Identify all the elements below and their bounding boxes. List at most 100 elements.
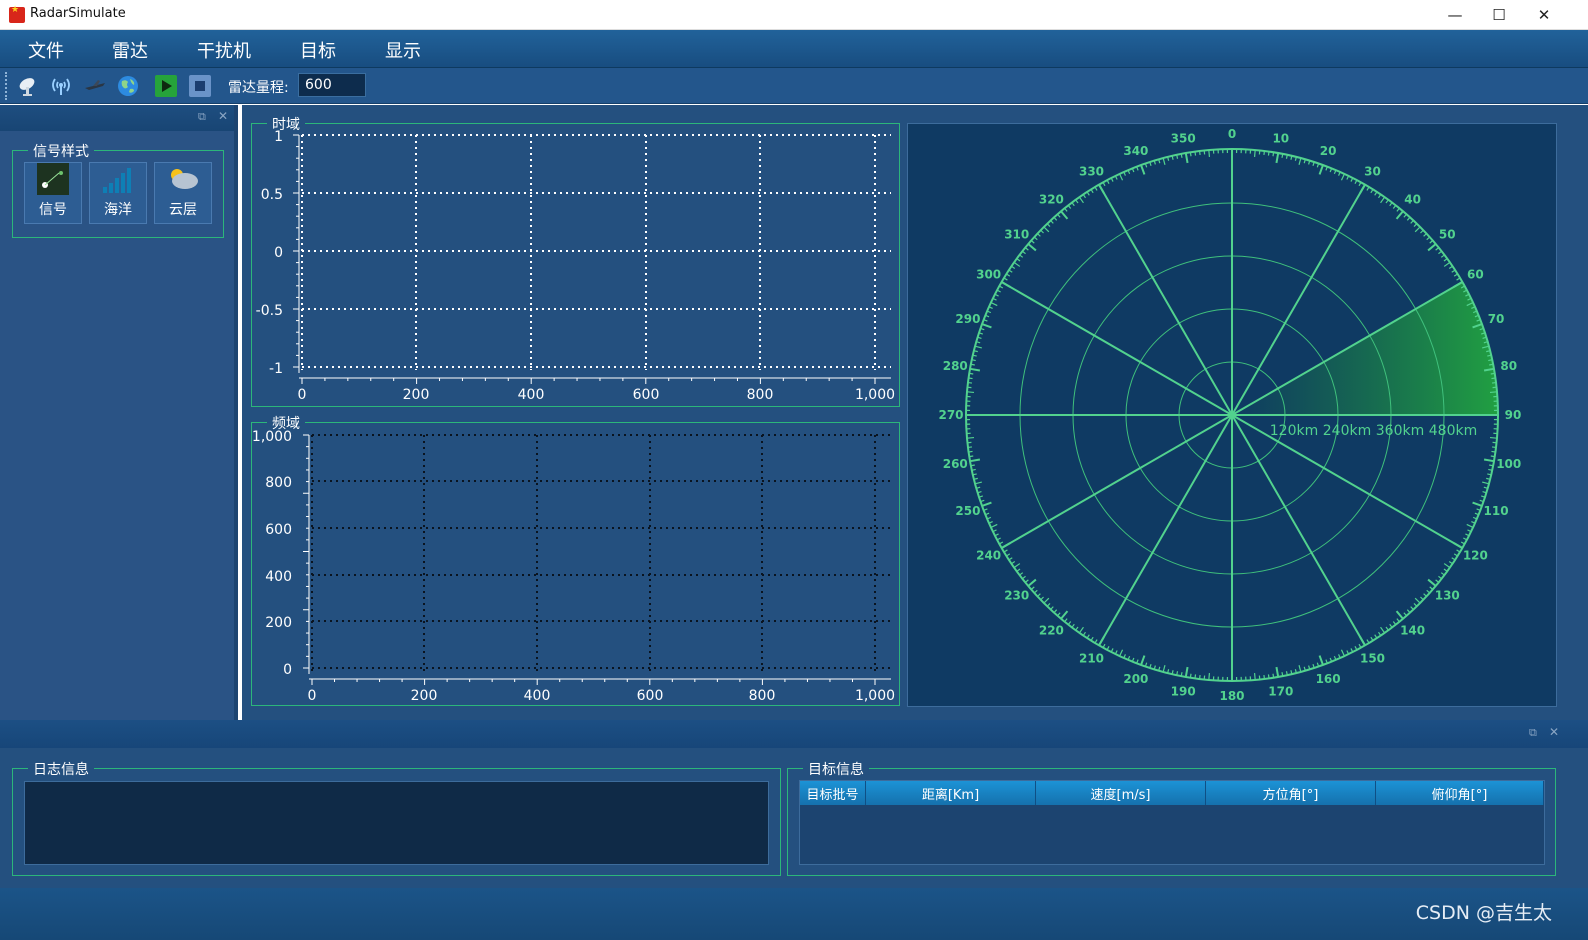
dock-close-icon[interactable]: ✕ [218, 109, 228, 123]
bearing-label: 200 [1123, 672, 1148, 686]
ocean-icon [103, 168, 131, 193]
bearing-tick [1208, 149, 1211, 158]
range-label: 雷达量程: [228, 80, 289, 96]
toolbar-grip[interactable] [5, 72, 7, 100]
bearing-label: 250 [955, 504, 980, 518]
radar-dish-icon[interactable] [16, 74, 40, 98]
time-domain-chart: 1 0.5 0 -0.5 -1 0 200 400 600 800 1,000 [256, 129, 895, 403]
freq-y-tick: 0 [283, 662, 292, 678]
main-area: 时域 1 0.5 0 -0.5 -1 0 200 400 600 800 1,0… [242, 105, 1588, 720]
bearing-label: 260 [943, 457, 968, 471]
freq-x-tick: 600 [637, 688, 664, 704]
bearing-label: 90 [1505, 408, 1522, 422]
menu-target[interactable]: 目标 [300, 37, 336, 63]
bearing-label: 240 [976, 549, 1001, 563]
bearing-label: 110 [1484, 504, 1509, 518]
bearing-tick [1208, 672, 1211, 681]
target-table[interactable]: 目标批号 距离[Km] 速度[m/s] 方位角[°] 俯仰角[°] [799, 780, 1545, 865]
range-label: 360km [1376, 423, 1424, 439]
bottom-dock-close-icon[interactable]: ✕ [1549, 725, 1559, 739]
bearing-label: 190 [1171, 685, 1196, 699]
left-dock-panel: ⧉ ✕ 信号样式 信号 海洋 云层 [0, 105, 238, 720]
freq-domain-chart: 1,000 800 600 400 200 0 0 200 400 600 80… [252, 429, 895, 704]
time-x-tick: 400 [518, 387, 545, 403]
range-label: 240km [1323, 423, 1371, 439]
time-y-tick: 0.5 [261, 187, 283, 203]
maximize-button[interactable]: ☐ [1476, 0, 1522, 30]
bearing-label: 170 [1268, 685, 1293, 699]
column-header-elevation[interactable]: 俯仰角[°] [1376, 781, 1544, 805]
freq-x-tick: 200 [411, 688, 438, 704]
ocean-button[interactable]: 海洋 [89, 162, 147, 224]
signal-style-label: 信号样式 [28, 141, 94, 161]
app-icon [9, 5, 25, 23]
bearing-label: 0 [1228, 127, 1236, 141]
bearing-label: 340 [1123, 144, 1148, 158]
signal-icon [37, 163, 69, 195]
range-input[interactable] [298, 73, 366, 97]
cloud-button-label: 云层 [169, 202, 197, 218]
globe-icon[interactable] [116, 74, 140, 98]
menu-bar: 文件 雷达 干扰机 目标 显示 [0, 30, 1588, 68]
time-y-tick: -1 [269, 361, 283, 377]
log-textarea[interactable] [24, 781, 769, 865]
stop-icon[interactable] [188, 74, 212, 98]
column-header-target-id[interactable]: 目标批号 [800, 781, 866, 805]
cloud-button[interactable]: 云层 [154, 162, 212, 224]
signal-button[interactable]: 信号 [24, 162, 82, 224]
status-bar: CSDN @吉生太 [0, 888, 1588, 940]
dock-float-icon[interactable]: ⧉ [198, 110, 206, 124]
bearing-label: 180 [1219, 689, 1244, 703]
bearing-tick [1489, 436, 1498, 439]
log-group-label: 日志信息 [28, 759, 94, 779]
freq-x-tick: 400 [524, 688, 551, 704]
menu-jammer[interactable]: 干扰机 [197, 37, 251, 63]
freq-y-tick: 200 [265, 615, 292, 631]
time-x-tick: 1,000 [855, 387, 895, 403]
menu-radar[interactable]: 雷达 [112, 37, 148, 63]
column-header-speed[interactable]: 速度[m/s] [1036, 781, 1206, 805]
bearing-label: 10 [1272, 131, 1289, 145]
menu-display[interactable]: 显示 [385, 37, 421, 63]
toolbar: 雷达量程: [0, 68, 1588, 104]
window-title: RadarSimulate [30, 6, 126, 21]
column-header-azimuth[interactable]: 方位角[°] [1206, 781, 1376, 805]
time-y-tick: 1 [274, 129, 283, 145]
time-y-tick: 0 [274, 245, 283, 261]
range-label: 480km [1429, 423, 1477, 439]
bearing-label: 150 [1360, 651, 1385, 665]
bottom-dock-float-icon[interactable]: ⧉ [1529, 726, 1537, 740]
freq-y-tick: 600 [265, 522, 292, 538]
bearing-label: 160 [1316, 672, 1341, 686]
play-icon[interactable] [154, 74, 178, 98]
time-x-tick: 0 [298, 387, 307, 403]
signal-button-label: 信号 [39, 202, 67, 218]
antenna-signal-icon[interactable] [49, 74, 73, 98]
minimize-button[interactable]: — [1432, 0, 1478, 30]
bearing-tick [1253, 672, 1256, 681]
bearing-label: 40 [1404, 193, 1421, 207]
jammer-aircraft-icon[interactable] [83, 74, 107, 98]
bearing-label: 220 [1039, 623, 1064, 637]
ocean-button-label: 海洋 [104, 202, 132, 218]
bearing-label: 230 [1004, 589, 1029, 603]
freq-x-tick: 800 [749, 688, 776, 704]
bearing-label: 130 [1435, 589, 1460, 603]
radar-ppi: 0 10 20 30 40 50 60 70 80 90 100 110 120 130 140 150 160… [907, 123, 1557, 707]
menu-file[interactable]: 文件 [28, 37, 64, 63]
close-button[interactable]: ✕ [1521, 0, 1567, 30]
target-group-label: 目标信息 [803, 759, 869, 779]
bearing-label: 310 [1004, 227, 1029, 241]
bearing-tick [1253, 149, 1256, 158]
bearing-label: 330 [1079, 165, 1104, 179]
bottom-dock-panel: ⧉ ✕ 日志信息 目标信息 目标批号 距离[Km] 速度[m/s] 方位角[°]… [0, 720, 1588, 888]
bearing-label: 60 [1467, 268, 1484, 282]
bearing-label: 320 [1039, 193, 1064, 207]
column-header-distance[interactable]: 距离[Km] [866, 781, 1036, 805]
bearing-label: 280 [943, 359, 968, 373]
time-x-tick: 200 [403, 387, 430, 403]
bearing-tick [1489, 391, 1498, 394]
bearing-label: 300 [976, 268, 1001, 282]
bearing-label: 30 [1364, 165, 1381, 179]
bearing-label: 80 [1500, 359, 1517, 373]
